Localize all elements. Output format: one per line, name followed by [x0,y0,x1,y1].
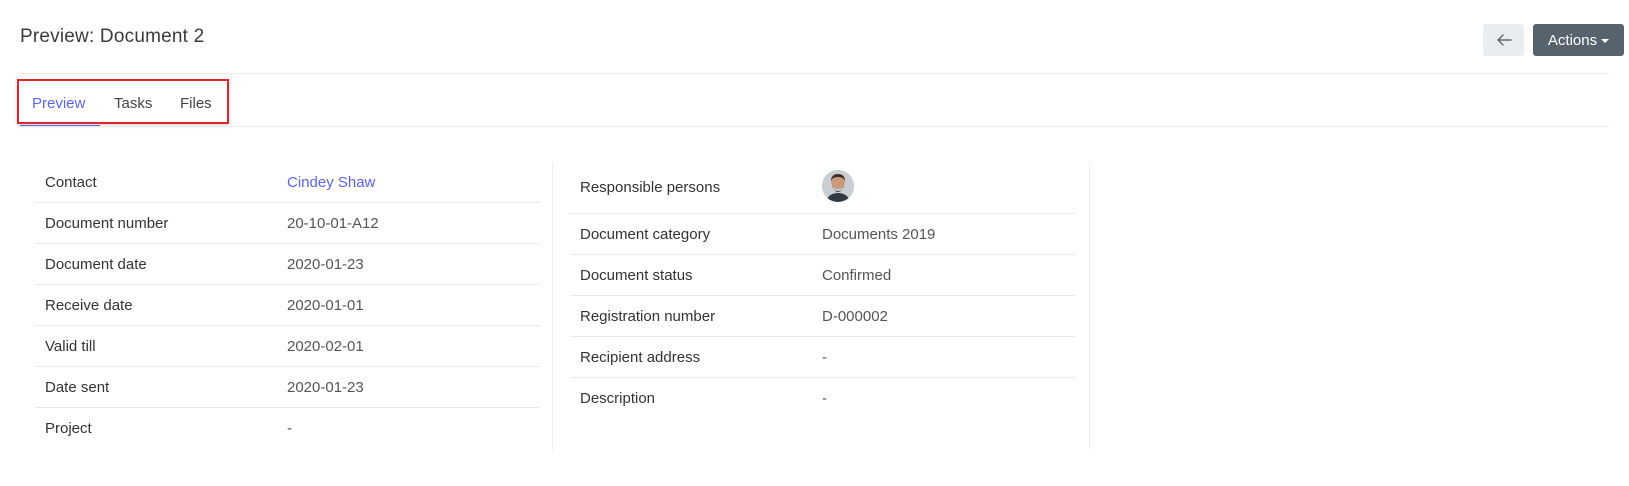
detail-value: 2020-01-23 [287,255,364,273]
document-preview-page: Preview: Document 2 Actions Preview Task… [0,0,1629,486]
detail-value: 20-10-01-A12 [287,214,379,232]
header-divider [20,73,1609,74]
detail-label: Registration number [580,307,716,325]
detail-value: Documents 2019 [822,225,936,243]
detail-label: Valid till [45,337,96,355]
detail-row-registration-number: Registration number D-000002 [570,296,1075,337]
detail-row-document-category: Document category Documents 2019 [570,214,1075,255]
tabs-divider [20,126,1609,127]
tab-files[interactable]: Files [180,95,212,112]
details-right: Responsible persons Document category Do… [570,162,1075,419]
avatar[interactable] [822,169,854,202]
detail-value: - [287,420,292,437]
actions-button[interactable]: Actions [1533,24,1624,56]
detail-row-document-status: Document status Confirmed [570,255,1075,296]
detail-label: Date sent [45,378,110,396]
detail-row-project: Project - [35,408,540,449]
detail-value: 2020-01-01 [287,296,364,314]
detail-value: Confirmed [822,266,892,284]
detail-value: - [822,348,827,366]
detail-label: Receive date [45,296,133,314]
detail-label: Document number [45,214,169,232]
detail-value: 2020-02-01 [287,337,364,355]
detail-row-valid-till: Valid till 2020-02-01 [35,326,540,367]
column-divider [552,162,553,450]
detail-label: Description [580,390,656,407]
detail-label: Document date [45,255,147,273]
contact-link[interactable]: Cindey Shaw [287,174,375,191]
back-button[interactable] [1483,24,1524,56]
person-icon [822,169,854,202]
detail-row-recipient-address: Recipient address - [570,337,1075,378]
tab-tasks[interactable]: Tasks [114,95,152,112]
detail-row-description: Description - [570,378,1075,419]
detail-label: Recipient address [580,348,701,366]
details-left: Contact Cindey Shaw Document number 20-1… [35,162,540,449]
detail-row-responsible-persons: Responsible persons [570,162,1075,214]
actions-label: Actions [1547,31,1598,49]
detail-label: Document status [580,266,693,284]
detail-row-document-number: Document number 20-10-01-A12 [35,203,540,244]
detail-label: Contact [45,173,97,191]
detail-row-receive-date: Receive date 2020-01-01 [35,285,540,326]
page-title: Preview: Document 2 [20,26,205,47]
detail-value: 2020-01-23 [287,378,364,396]
detail-row-document-date: Document date 2020-01-23 [35,244,540,285]
detail-label: Document category [580,225,711,243]
caret-down-icon [1601,39,1610,43]
responsible-person-avatar-wrapper [822,169,854,206]
detail-row-contact: Contact Cindey Shaw [35,162,540,203]
detail-value: - [822,390,827,407]
column-divider [1089,162,1090,450]
detail-row-date-sent: Date sent 2020-01-23 [35,367,540,408]
detail-label: Project [45,420,92,437]
tab-preview[interactable]: Preview [32,95,85,112]
arrow-left-icon [1496,34,1512,46]
detail-value: D-000002 [822,307,888,325]
detail-label: Responsible persons [580,179,721,196]
